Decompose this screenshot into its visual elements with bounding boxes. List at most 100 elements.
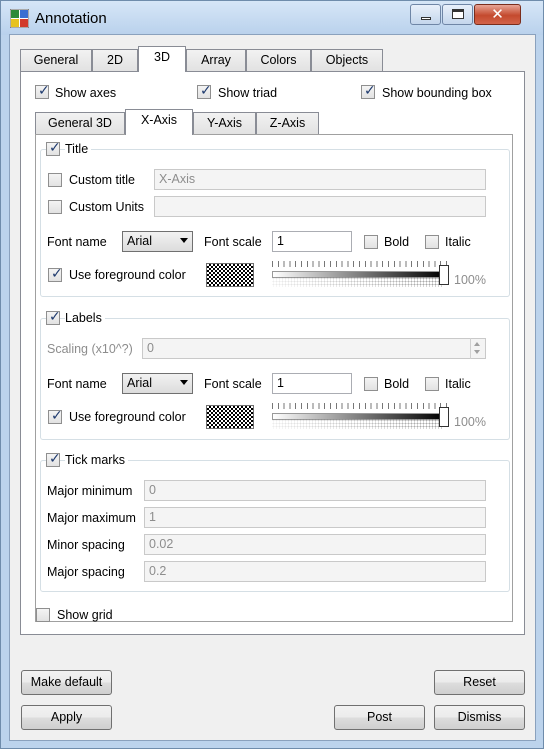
check-icon: ✓ bbox=[51, 408, 63, 424]
use-foreground-color-label: Use foreground color bbox=[69, 268, 186, 282]
slider-thumb[interactable] bbox=[439, 265, 449, 285]
show-triad-label: Show triad bbox=[218, 86, 278, 100]
tab-objects[interactable]: Objects bbox=[311, 49, 383, 72]
use-foreground-color-checkbox[interactable]: ✓ bbox=[48, 266, 63, 282]
app-icon bbox=[10, 9, 29, 28]
tab-3d[interactable]: 3D bbox=[138, 46, 186, 72]
major-maximum-label: Major maximum bbox=[47, 511, 136, 525]
show-grid-label: Show grid bbox=[57, 608, 113, 622]
major-spacing-label: Major spacing bbox=[47, 565, 125, 579]
minimize-icon bbox=[421, 17, 431, 20]
font-scale-label: Font scale bbox=[204, 235, 262, 249]
annotation-window: Annotation ✕ General 2D 3D Array Colors … bbox=[0, 0, 544, 749]
labels-opacity-slider[interactable] bbox=[272, 403, 450, 431]
chevron-down-icon bbox=[180, 380, 188, 385]
title-color-swatch[interactable] bbox=[206, 263, 254, 287]
font-scale-field[interactable]: 1 bbox=[272, 231, 352, 252]
check-icon: ✓ bbox=[38, 83, 50, 99]
show-triad-checkbox[interactable]: ✓ bbox=[197, 83, 212, 99]
slider-pattern bbox=[272, 277, 444, 287]
major-maximum-field[interactable]: 1 bbox=[144, 507, 486, 528]
spin-up-icon bbox=[474, 342, 480, 346]
tab-y-axis[interactable]: Y-Axis bbox=[193, 112, 256, 135]
minimize-button[interactable] bbox=[410, 4, 441, 25]
use-foreground-color-label: Use foreground color bbox=[69, 410, 186, 424]
title-checkbox[interactable]: ✓ bbox=[46, 140, 61, 156]
close-button[interactable]: ✕ bbox=[474, 4, 521, 25]
title-opacity-value: 100% bbox=[454, 273, 486, 287]
font-name-label: Font name bbox=[47, 377, 107, 391]
make-default-button[interactable]: Make default bbox=[21, 670, 112, 695]
italic-label: Italic bbox=[445, 235, 471, 249]
font-name-select[interactable]: Arial bbox=[122, 373, 193, 394]
tab-general-3d[interactable]: General 3D bbox=[35, 112, 125, 135]
font-scale-field[interactable]: 1 bbox=[272, 373, 352, 394]
show-bounding-box-checkbox[interactable]: ✓ bbox=[361, 83, 376, 99]
major-minimum-label: Major minimum bbox=[47, 484, 133, 498]
tick-marks-checkbox[interactable]: ✓ bbox=[46, 451, 61, 467]
labels-color-swatch[interactable] bbox=[206, 405, 254, 429]
custom-title-checkbox[interactable] bbox=[48, 173, 62, 187]
bold-checkbox[interactable] bbox=[364, 377, 378, 391]
close-icon: ✕ bbox=[491, 5, 504, 23]
maximize-icon bbox=[452, 9, 464, 19]
tick-marks-group-label: Tick marks bbox=[65, 453, 128, 467]
italic-checkbox[interactable] bbox=[425, 235, 439, 249]
scaling-spinner[interactable] bbox=[470, 338, 485, 359]
show-axes-checkbox[interactable]: ✓ bbox=[35, 83, 50, 99]
check-icon: ✓ bbox=[200, 83, 212, 99]
italic-checkbox[interactable] bbox=[425, 377, 439, 391]
apply-button[interactable]: Apply bbox=[21, 705, 112, 730]
minor-spacing-field[interactable]: 0.02 bbox=[144, 534, 486, 555]
reset-button[interactable]: Reset bbox=[434, 670, 525, 695]
font-name-label: Font name bbox=[47, 235, 107, 249]
font-name-value: Arial bbox=[127, 234, 153, 248]
tab-2d[interactable]: 2D bbox=[92, 49, 138, 72]
tab-x-axis[interactable]: X-Axis bbox=[125, 109, 193, 135]
tab-panel-3d: ✓ Show axes ✓ Show triad ✓ Show bounding… bbox=[20, 71, 525, 635]
custom-title-label: Custom title bbox=[69, 173, 135, 187]
labels-group-label: Labels bbox=[65, 311, 105, 325]
tab-z-axis[interactable]: Z-Axis bbox=[256, 112, 319, 135]
tab-general[interactable]: General bbox=[20, 49, 92, 72]
slider-ticks bbox=[272, 261, 448, 267]
scaling-label: Scaling (x10^?) bbox=[47, 342, 133, 356]
use-foreground-color-checkbox[interactable]: ✓ bbox=[48, 408, 63, 424]
major-minimum-field[interactable]: 0 bbox=[144, 480, 486, 501]
check-icon: ✓ bbox=[51, 266, 63, 282]
tab-colors[interactable]: Colors bbox=[246, 49, 311, 72]
slider-pattern bbox=[272, 419, 444, 429]
post-button[interactable]: Post bbox=[334, 705, 425, 730]
labels-opacity-value: 100% bbox=[454, 415, 486, 429]
title-bar[interactable]: Annotation ✕ bbox=[1, 1, 543, 35]
custom-units-field[interactable] bbox=[154, 196, 486, 217]
tab-panel-x-axis: ✓ Title Custom title X-Axis Custom Units… bbox=[35, 134, 513, 622]
custom-units-label: Custom Units bbox=[69, 200, 145, 214]
show-grid-checkbox[interactable] bbox=[36, 608, 50, 622]
bold-label: Bold bbox=[384, 235, 410, 249]
window-title: Annotation bbox=[35, 10, 107, 27]
title-group-label: Title bbox=[65, 142, 92, 156]
font-scale-label: Font scale bbox=[204, 377, 262, 391]
custom-title-field[interactable]: X-Axis bbox=[154, 169, 486, 190]
spin-down-icon bbox=[474, 350, 480, 354]
dialog-client: General 2D 3D Array Colors Objects ✓ Sho… bbox=[9, 34, 536, 741]
bold-label: Bold bbox=[384, 377, 410, 391]
bold-checkbox[interactable] bbox=[364, 235, 378, 249]
dismiss-button[interactable]: Dismiss bbox=[434, 705, 525, 730]
tab-array[interactable]: Array bbox=[186, 49, 246, 72]
check-icon: ✓ bbox=[49, 451, 61, 467]
check-icon: ✓ bbox=[49, 140, 61, 156]
major-spacing-field[interactable]: 0.2 bbox=[144, 561, 486, 582]
scaling-field[interactable]: 0 bbox=[142, 338, 486, 359]
slider-thumb[interactable] bbox=[439, 407, 449, 427]
maximize-button[interactable] bbox=[442, 4, 473, 25]
custom-units-checkbox[interactable] bbox=[48, 200, 62, 214]
italic-label: Italic bbox=[445, 377, 471, 391]
font-name-select[interactable]: Arial bbox=[122, 231, 193, 252]
labels-checkbox[interactable]: ✓ bbox=[46, 309, 61, 325]
show-axes-label: Show axes bbox=[55, 86, 117, 100]
check-icon: ✓ bbox=[49, 309, 61, 325]
title-opacity-slider[interactable] bbox=[272, 261, 450, 289]
minor-spacing-label: Minor spacing bbox=[47, 538, 125, 552]
